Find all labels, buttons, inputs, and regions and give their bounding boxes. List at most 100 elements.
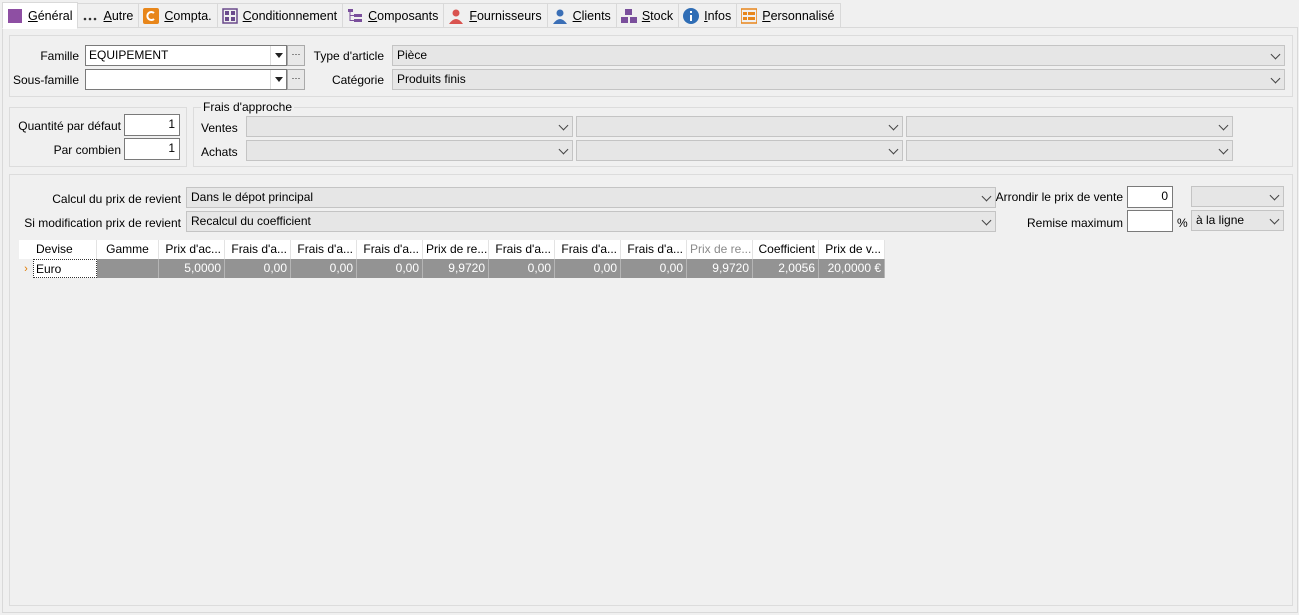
table-cell[interactable]: 9,9720 [423, 259, 489, 278]
tab-infos[interactable]: Infos [679, 3, 738, 28]
modif-prix-revient-label: Si modification prix de revient [24, 216, 181, 230]
qte-defaut-input[interactable]: 1 [124, 114, 180, 136]
supplier-person-icon [448, 8, 464, 24]
famille-value: EQUIPEMENT [89, 48, 169, 62]
sous-famille-combo[interactable] [85, 69, 287, 90]
components-tree-icon [347, 8, 363, 24]
column-header[interactable]: Prix de re... [687, 240, 753, 259]
column-header[interactable]: Prix de v... [819, 240, 885, 259]
type-article-select[interactable]: Pièce [392, 45, 1285, 66]
column-header[interactable]: Gamme [97, 240, 159, 259]
tab-composants-label: Composants [368, 9, 439, 23]
column-header[interactable]: Coefficient [753, 240, 819, 259]
remise-mode-value: à la ligne [1196, 213, 1245, 227]
chevron-down-icon [560, 146, 568, 154]
chevron-down-icon [1220, 122, 1228, 130]
achats-frais-select-1[interactable] [246, 140, 573, 161]
modif-prix-revient-value: Recalcul du coefficient [191, 214, 311, 228]
famille-combo[interactable]: EQUIPEMENT [85, 45, 287, 66]
remise-max-input[interactable] [1127, 210, 1173, 232]
ventes-label: Ventes [201, 121, 238, 135]
tab-general[interactable]: Général [2, 2, 79, 29]
chevron-down-icon [890, 146, 898, 154]
tab-bar: Général Autre Compta. Conditionnement Co… [2, 2, 841, 29]
accounting-icon [143, 8, 160, 24]
tab-compta[interactable]: Compta. [139, 3, 218, 28]
remise-max-label: Remise maximum [1026, 216, 1123, 230]
tab-fournisseurs-label: Fournisseurs [469, 9, 542, 23]
chevron-down-icon [560, 122, 568, 130]
column-header[interactable]: Frais d'a... [621, 240, 687, 259]
tab-conditionnement[interactable]: Conditionnement [217, 3, 344, 28]
table-cell[interactable]: 0,00 [489, 259, 555, 278]
table-cell[interactable]: 0,00 [357, 259, 423, 278]
ventes-frais-select-2[interactable] [576, 116, 903, 137]
tab-personnalise-label: Personnalisé [762, 9, 835, 23]
packaging-grid-icon [221, 8, 238, 24]
column-header[interactable]: Prix de re... [423, 240, 489, 259]
tab-compta-label: Compta. [164, 9, 212, 23]
chevron-down-icon[interactable] [270, 46, 286, 65]
table-cell[interactable]: 0,00 [291, 259, 357, 278]
table-cell[interactable]: 0,00 [621, 259, 687, 278]
tab-infos-label: Infos [704, 9, 732, 23]
tab-conditionnement-label: Conditionnement [242, 9, 338, 23]
pricing-group [9, 174, 1293, 606]
arrondir-label: Arrondir le prix de vente [995, 190, 1123, 204]
table-cell[interactable]: Euro [33, 259, 97, 278]
chevron-down-icon[interactable] [270, 70, 286, 89]
tab-stock[interactable]: Stock [616, 3, 680, 28]
tab-autre[interactable]: Autre [78, 3, 140, 28]
tab-composants[interactable]: Composants [343, 3, 445, 28]
qte-defaut-label: Quantité par défaut [18, 119, 121, 133]
categorie-label: Catégorie [331, 73, 384, 87]
achats-frais-select-3[interactable] [906, 140, 1233, 161]
frais-approche-legend: Frais d'approche [201, 100, 295, 114]
column-header[interactable]: Frais d'a... [489, 240, 555, 259]
table-cell[interactable]: 0,00 [555, 259, 621, 278]
table-row[interactable]: Euro 5,0000 0,00 0,00 0,00 9,9720 0,00 0,00 0,00… [19, 259, 885, 278]
chevron-down-icon [1272, 51, 1280, 59]
table-cell[interactable]: 2,0056 [753, 259, 819, 278]
more-dots-icon [82, 8, 98, 24]
remise-mode-select[interactable]: à la ligne [1191, 210, 1284, 231]
info-icon [683, 8, 700, 24]
calcul-prix-revient-select[interactable]: Dans le dépot principal [186, 187, 996, 208]
categorie-select[interactable]: Produits finis [392, 69, 1285, 90]
table-cell[interactable]: 9,9720 [687, 259, 753, 278]
tab-fournisseurs[interactable]: Fournisseurs [444, 3, 548, 28]
table-cell[interactable] [97, 259, 159, 278]
table-cell[interactable]: 5,0000 [159, 259, 225, 278]
arrondir-mode-select[interactable] [1191, 186, 1284, 207]
column-header[interactable]: Frais d'a... [357, 240, 423, 259]
tab-personnalise[interactable]: Personnalisé [737, 3, 841, 28]
par-combien-label: Par combien [53, 143, 121, 157]
calcul-prix-revient-label: Calcul du prix de revient [52, 192, 181, 206]
famille-label: Famille [40, 49, 79, 63]
arrondir-input[interactable]: 0 [1127, 186, 1173, 208]
modif-prix-revient-select[interactable]: Recalcul du coefficient [186, 211, 996, 232]
ventes-frais-select-3[interactable] [906, 116, 1233, 137]
achats-frais-select-2[interactable] [576, 140, 903, 161]
type-article-value: Pièce [397, 48, 428, 62]
table-cell[interactable]: 20,0000 € [819, 259, 885, 278]
column-header[interactable]: Frais d'a... [225, 240, 291, 259]
tab-clients-label: Clients [572, 9, 611, 23]
par-combien-input[interactable]: 1 [124, 138, 180, 160]
tab-clients[interactable]: Clients [547, 3, 617, 28]
chevron-down-icon [1220, 146, 1228, 154]
column-header[interactable]: Frais d'a... [555, 240, 621, 259]
chevron-down-icon [890, 122, 898, 130]
type-article-label: Type d'article [313, 49, 384, 63]
general-icon [7, 8, 23, 24]
price-grid[interactable]: Devise Gamme Prix d'ac... Frais d'a... Frais… [19, 240, 885, 278]
stock-boxes-icon [620, 8, 637, 24]
column-header[interactable]: Frais d'a... [291, 240, 357, 259]
calcul-prix-revient-value: Dans le dépot principal [191, 190, 314, 204]
current-row-marker-icon: › [24, 263, 28, 275]
ventes-frais-select-1[interactable] [246, 116, 573, 137]
table-cell[interactable]: 0,00 [225, 259, 291, 278]
column-header[interactable]: Prix d'ac... [159, 240, 225, 259]
column-header[interactable]: Devise [19, 240, 97, 259]
chevron-down-icon [1271, 216, 1279, 224]
